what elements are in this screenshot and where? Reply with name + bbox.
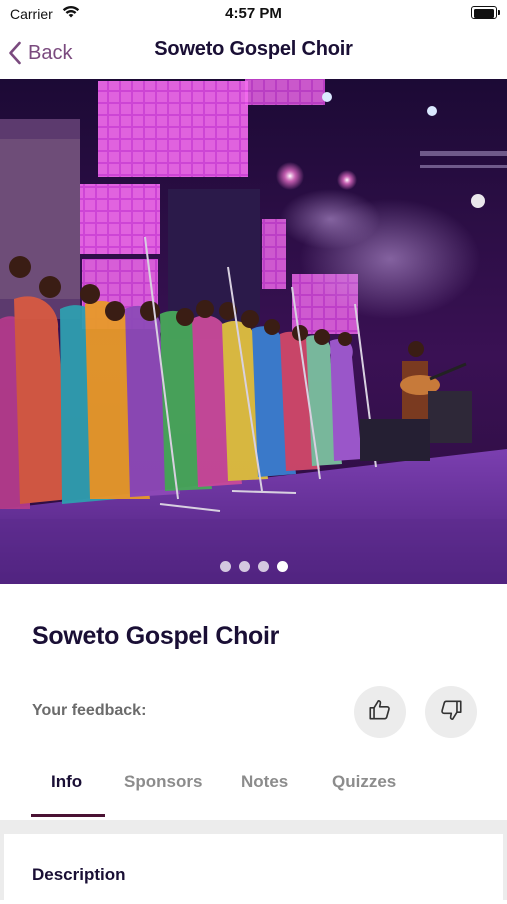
description-heading: Description <box>32 865 126 884</box>
pager-dot-active[interactable] <box>276 561 288 572</box>
status-bar: Carrier 4:57 PM <box>0 0 507 28</box>
battery-icon <box>471 6 500 19</box>
navigation-bar: Back Soweto Gospel Choir <box>0 28 507 78</box>
thumbs-down-button[interactable] <box>425 686 477 738</box>
pager-dot[interactable] <box>238 561 250 572</box>
page-title: Soweto Gospel Choir <box>32 622 280 650</box>
tab-bar: Info Sponsors Notes Quizzes <box>0 766 507 820</box>
tab-notes[interactable]: Notes <box>241 772 288 792</box>
thumbs-down-icon <box>438 697 464 728</box>
clock: 4:57 PM <box>225 5 282 22</box>
tab-quizzes[interactable]: Quizzes <box>332 772 396 792</box>
detail-content: Soweto Gospel Choir Your feedback: Info … <box>0 584 507 904</box>
carousel-pager <box>0 561 507 572</box>
nav-title: Soweto Gospel Choir <box>154 38 353 60</box>
tab-sponsors[interactable]: Sponsors <box>124 772 202 792</box>
concert-photo <box>0 79 507 584</box>
pager-dot[interactable] <box>257 561 269 572</box>
back-label: Back <box>28 41 73 64</box>
thumbs-up-button[interactable] <box>354 686 406 738</box>
chevron-left-icon <box>8 41 22 65</box>
hero-image-carousel[interactable] <box>0 79 507 584</box>
pager-dot[interactable] <box>219 561 231 572</box>
thumbs-up-icon <box>367 697 393 728</box>
tab-active-indicator <box>31 814 105 817</box>
feedback-label: Your feedback: <box>32 702 147 719</box>
back-button[interactable]: Back <box>8 36 72 70</box>
tab-info[interactable]: Info <box>51 772 82 792</box>
